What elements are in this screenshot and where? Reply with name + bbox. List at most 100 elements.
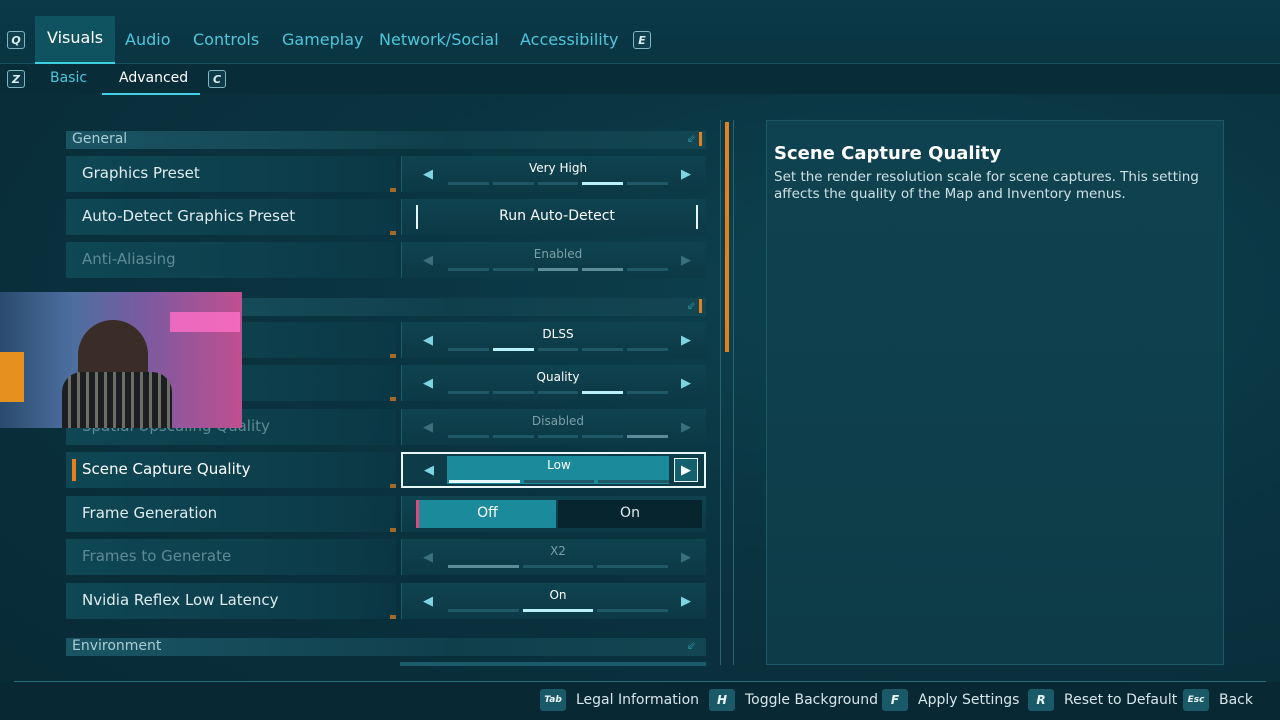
description-panel: Scene Capture Quality Set the render res… [766,120,1224,665]
hint-legal-information[interactable]: Tab Legal Information [540,688,699,712]
tab-accessibility[interactable]: Accessibility [508,18,630,64]
selector-value: On [549,588,567,602]
selector-value: Quality [536,370,580,384]
row-corner-marker [390,231,396,235]
chevron-left-icon: ◀ [423,549,433,565]
hint-back[interactable]: Esc Back [1183,688,1253,712]
collapse-icon[interactable]: ⇙ [687,639,696,652]
scene-capture-quality-selector[interactable]: ◀ Low ▶ [401,452,706,488]
chevron-left-icon: ◀ [423,252,433,268]
tab-gameplay[interactable]: Gameplay [270,18,376,64]
setting-label: Nvidia Reflex Low Latency [82,591,279,609]
chevron-right-icon[interactable]: ▶ [674,371,698,395]
hint-label: Back [1219,692,1253,708]
chevron-left-icon[interactable]: ◀ [417,458,441,482]
tab-controls[interactable]: Controls [181,18,271,64]
hint-toggle-background[interactable]: H Toggle Background [709,688,878,712]
toggle-on-option[interactable]: On [558,500,702,528]
chevron-right-icon[interactable]: ▶ [674,589,698,613]
hint-apply-settings[interactable]: F Apply Settings [882,688,1019,712]
description-title: Scene Capture Quality [774,143,1002,164]
chevron-right-icon[interactable]: ▶ [674,458,698,482]
section-environment: Environment ⇙ [66,638,706,656]
chevron-right-icon: ▶ [681,419,691,435]
chevron-right-icon: ▶ [681,549,691,565]
setting-row-nvidia-reflex[interactable]: Nvidia Reflex Low Latency [66,583,396,619]
nvidia-reflex-selector[interactable]: ◀ On ▶ [401,583,706,619]
setting-label: Frame Generation [82,504,218,522]
chevron-left-icon[interactable]: ◀ [416,328,440,352]
setting-row-anti-aliasing: Anti-Aliasing [66,242,396,278]
subtab-active-indicator [102,93,200,95]
subtab-advanced[interactable]: Advanced [119,70,188,86]
row-corner-marker [390,615,396,619]
level-track [448,348,668,351]
key-h: H [709,689,735,711]
tab-prev-key[interactable]: Q [7,31,25,49]
setting-label: Anti-Aliasing [82,250,176,268]
hint-label: Apply Settings [918,692,1020,708]
key-tab: Tab [540,689,566,711]
level-track [448,435,668,438]
setting-label: Auto-Detect Graphics Preset [82,207,296,225]
selector-value: X2 [550,544,566,558]
row-corner-marker [390,188,396,192]
level-track [448,609,669,612]
subtab-prev-key[interactable]: Z [7,70,25,88]
webcam-person-shirt [62,372,172,428]
chevron-right-icon[interactable]: ▶ [674,162,698,186]
setting-label: Graphics Preset [82,164,200,182]
section-corner-marker [690,132,702,146]
setting-label: Scene Capture Quality [82,460,251,478]
setting-row-frames-to-generate: Frames to Generate [66,539,396,575]
setting-label: Frames to Generate [82,547,232,565]
setting-row-graphics-preset[interactable]: Graphics Preset [66,156,396,192]
hint-reset-to-default[interactable]: R Reset to Default [1028,688,1177,712]
row-corner-marker [390,484,396,488]
chevron-right-icon[interactable]: ▶ [674,328,698,352]
chevron-left-icon[interactable]: ◀ [416,589,440,613]
tab-network-social[interactable]: Network/Social [367,18,511,64]
tab-visuals[interactable]: Visuals [35,16,116,64]
setting-row-scene-capture-quality[interactable]: Scene Capture Quality [66,452,396,488]
next-row-edge [400,662,706,666]
webcam-overlay [0,292,242,428]
chevron-left-icon[interactable]: ◀ [416,162,440,186]
spatial-upscaling-quality-selector: ◀ Disabled ▶ [401,409,706,445]
section-corner-marker [690,299,702,313]
level-track [448,182,668,185]
webcam-background-object [0,352,24,402]
chevron-left-icon: ◀ [423,419,433,435]
chevron-left-icon[interactable]: ◀ [416,371,440,395]
selected-row-marker [72,459,76,481]
subtab-bar [0,64,1280,94]
toggle-off-option[interactable]: Off [416,500,556,528]
auto-detect-control: Run Auto-Detect [401,199,706,235]
level-track [448,565,669,568]
hint-label: Reset to Default [1064,692,1178,708]
upscaling-quality-selector[interactable]: ◀ Quality ▶ [401,365,706,401]
webcam-neon-light [170,312,240,332]
setting-row-frame-generation[interactable]: Frame Generation [66,496,396,532]
row-corner-marker [390,528,396,532]
upscaling-selector[interactable]: ◀ DLSS ▶ [401,322,706,358]
tab-audio[interactable]: Audio [113,18,182,64]
frames-to-generate-selector: ◀ X2 ▶ [401,539,706,575]
graphics-preset-selector[interactable]: ◀ Very High ▶ [401,156,706,192]
key-f: F [882,689,908,711]
scrollbar-thumb[interactable] [725,122,729,352]
subtab-basic[interactable]: Basic [50,70,87,86]
settings-scrollbar[interactable] [720,120,734,665]
setting-row-auto-detect[interactable]: Auto-Detect Graphics Preset [66,199,396,235]
subtab-next-key[interactable]: C [208,70,226,88]
anti-aliasing-selector: ◀ Enabled ▶ [401,242,706,278]
row-corner-marker [390,354,396,358]
selector-value: Low [547,458,571,472]
selector-value: Disabled [531,414,585,428]
level-track [448,391,668,394]
level-track [448,268,668,271]
run-auto-detect-button[interactable]: Run Auto-Detect [416,205,698,229]
selector-value: Enabled [533,247,583,261]
tab-next-key[interactable]: E [633,31,651,49]
section-general: General ⇙ [66,131,706,149]
